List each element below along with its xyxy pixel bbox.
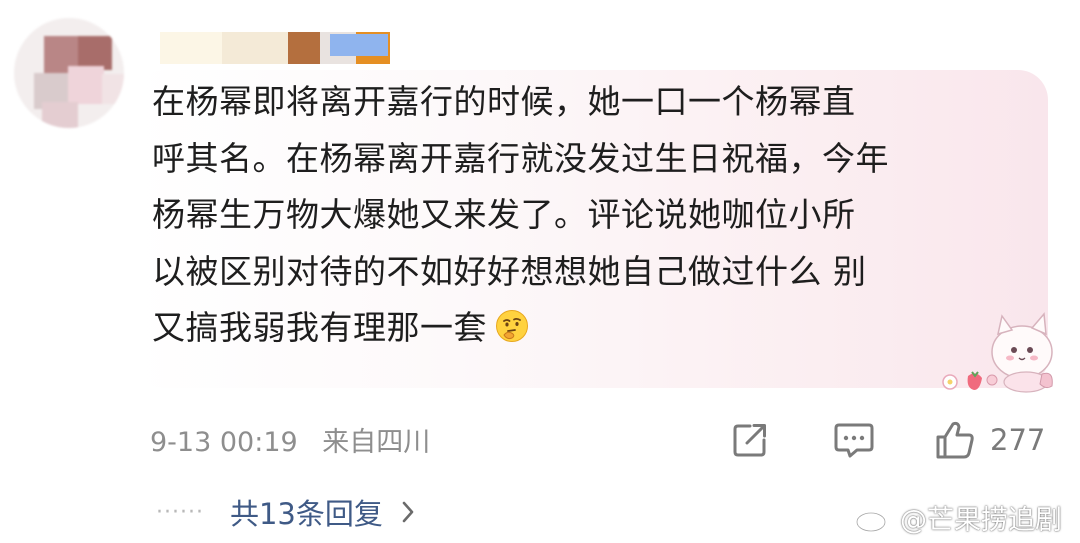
replies-row[interactable]: ······ 共13条回复 (156, 492, 415, 532)
comment-line-4: 以被区别对待的不如好好想想她自己做过什么 别 (152, 251, 867, 291)
comment-icon (834, 423, 874, 458)
chevron-right-icon (402, 501, 414, 523)
like-count: 277 (990, 423, 1046, 457)
view-replies-link[interactable]: 共13条回复 (230, 491, 383, 533)
reply-button[interactable] (833, 420, 875, 460)
replies-dots: ······ (156, 499, 204, 525)
comment-line-2: 呼其名。在杨幂离开嘉行就没发过生日祝福，今年 (152, 138, 889, 178)
thinking-face-emoji-icon (496, 310, 528, 342)
watermark: @芒果捞追剧 (854, 498, 1062, 537)
comment-text: 在杨幂即将离开嘉行的时候，她一口一个杨幂直 呼其名。在杨幂离开嘉行就没发过生日祝… (152, 74, 1032, 357)
share-button[interactable] (730, 420, 770, 460)
cat-sticker-icon (942, 312, 1053, 393)
comment-line-3: 杨幂生万物大爆她又来发了。评论说她咖位小所 (152, 195, 856, 234)
username-redacted-accent (330, 34, 388, 56)
comment-screenshot: 在杨幂即将离开嘉行的时候，她一口一个杨幂直 呼其名。在杨幂离开嘉行就没发过生日祝… (0, 0, 1080, 543)
comment-meta: 9-13 00:19 来自四川 (150, 420, 446, 459)
weibo-logo-icon (855, 506, 891, 532)
share-icon (733, 424, 766, 457)
watermark-text: @芒果捞追剧 (900, 505, 1062, 536)
comment-datetime: 9-13 00:19 (150, 427, 298, 458)
thumbs-up-icon (936, 421, 974, 459)
comment-line-5: 又搞我弱我有理那一套 (152, 308, 487, 347)
avatar[interactable] (14, 18, 124, 128)
comment-line-1: 在杨幂即将离开嘉行的时候，她一口一个杨幂直 (152, 82, 856, 121)
like-button[interactable]: 277 (934, 420, 1045, 460)
comment-location: 来自四川 (322, 427, 431, 458)
